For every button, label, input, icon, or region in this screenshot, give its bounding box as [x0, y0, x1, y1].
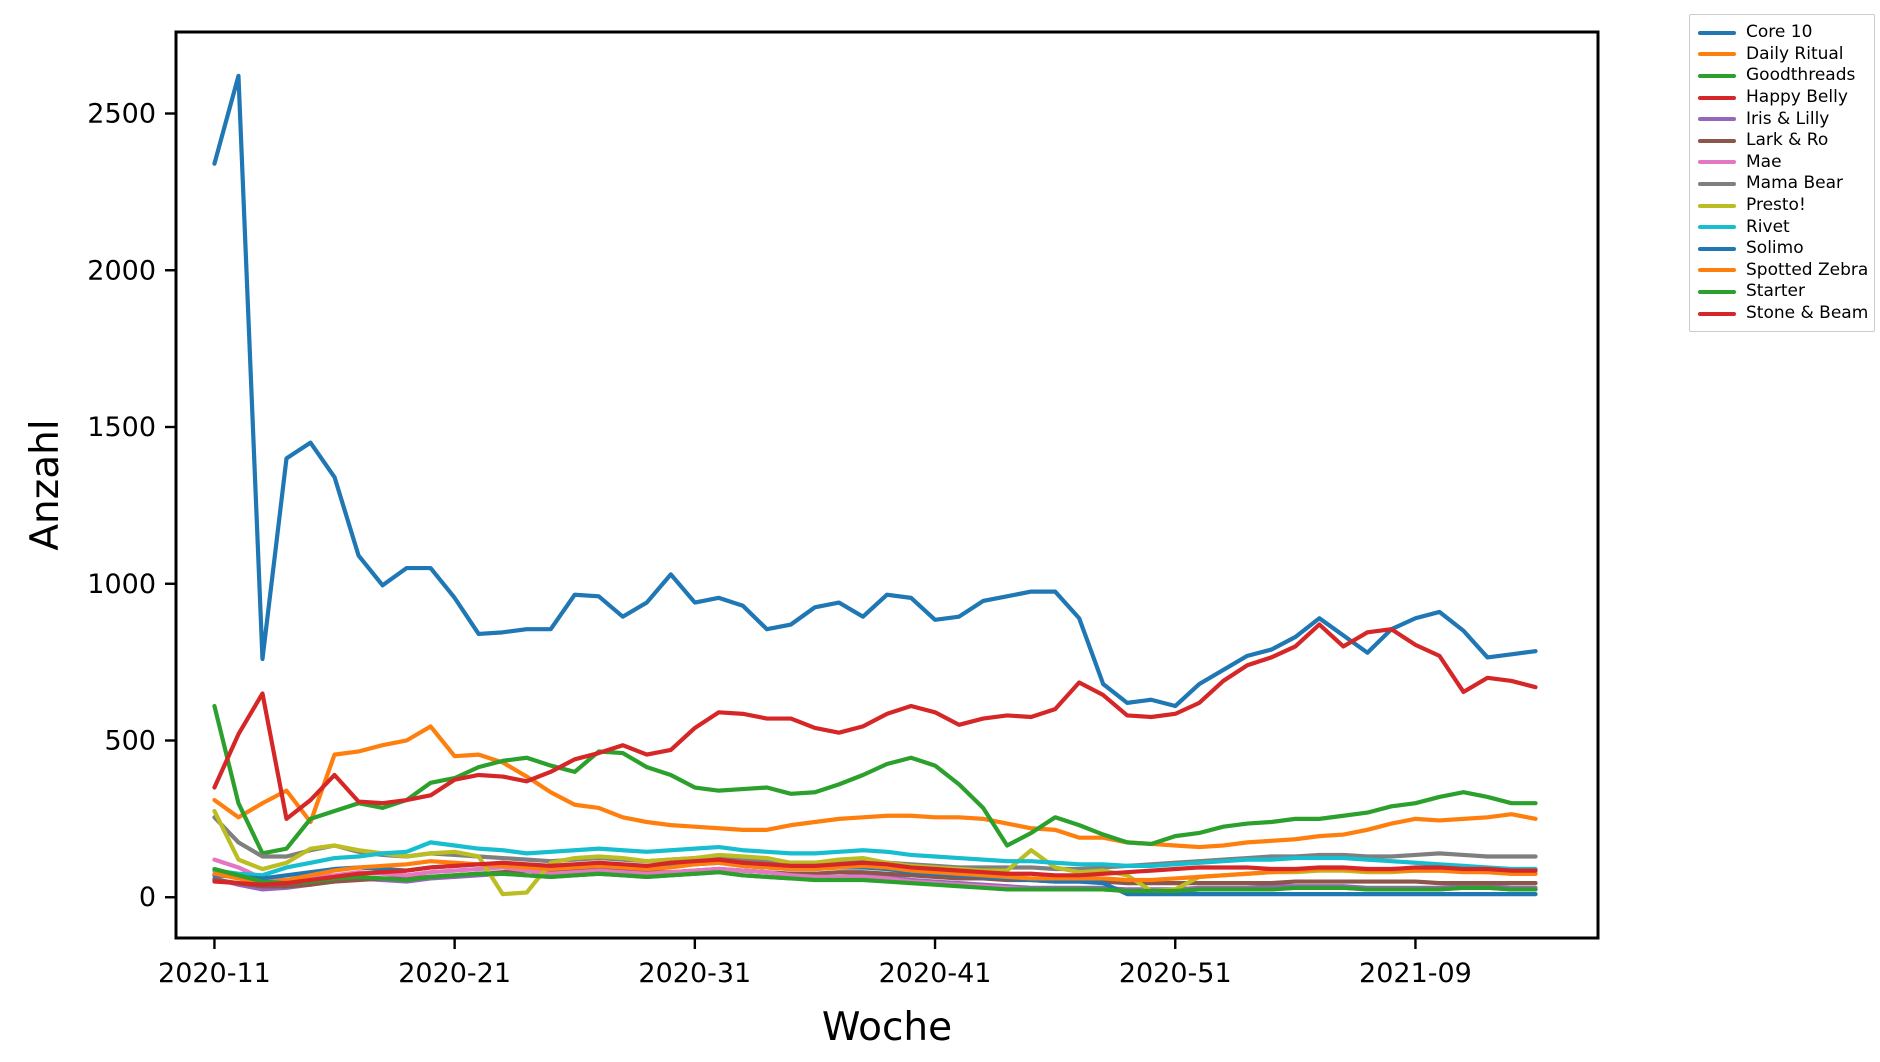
- legend-color-swatch: [1698, 268, 1736, 273]
- legend-color-swatch: [1698, 95, 1736, 100]
- y-tick-label: 500: [104, 725, 156, 756]
- legend-item[interactable]: Presto!: [1698, 195, 1864, 217]
- legend-item[interactable]: Mama Bear: [1698, 173, 1864, 195]
- x-tick-label: 2020-41: [879, 958, 992, 989]
- legend-color-swatch: [1698, 138, 1736, 143]
- series-line: [212, 622, 1538, 821]
- legend-item[interactable]: Daily Ritual: [1698, 44, 1864, 66]
- legend-color-swatch: [1698, 203, 1736, 208]
- legend-color-swatch: [1698, 225, 1736, 230]
- legend-color-swatch: [1698, 73, 1736, 78]
- legend-item-label: Mae: [1746, 151, 1782, 172]
- legend-item-label: Starter: [1746, 281, 1805, 302]
- legend-item[interactable]: Starter: [1698, 281, 1864, 303]
- series-line: [212, 73, 1538, 709]
- legend-item[interactable]: Happy Belly: [1698, 87, 1864, 109]
- x-tick-label: 2020-11: [158, 958, 271, 989]
- series-line: [212, 724, 1538, 850]
- y-tick-label: 2000: [87, 255, 156, 286]
- legend-color-swatch: [1698, 52, 1736, 57]
- line-chart-plot: 0 500 1000 1500 2000 2500 2020-11 2020-21 2020-3…: [23, 30, 1600, 1050]
- legend-item[interactable]: Rivet: [1698, 216, 1864, 238]
- legend-item[interactable]: Mae: [1698, 152, 1864, 174]
- legend-color-swatch: [1698, 30, 1736, 35]
- legend-item-label: Presto!: [1746, 195, 1806, 216]
- legend-item-label: Happy Belly: [1746, 87, 1848, 108]
- chart-legend: Core 10 Daily Ritual Goodthreads Happy Bell…: [1689, 14, 1875, 333]
- y-tick-label: 0: [139, 882, 156, 913]
- legend-item-label: Goodthreads: [1746, 65, 1856, 86]
- x-axis-title: Woche: [822, 1005, 952, 1050]
- legend-item[interactable]: Stone & Beam: [1698, 303, 1868, 325]
- legend-item[interactable]: Core 10: [1698, 22, 1864, 44]
- legend-item[interactable]: Lark & Ro: [1698, 130, 1864, 152]
- legend-item-label: Solimo: [1746, 238, 1804, 259]
- y-tick-label: 1000: [87, 569, 156, 600]
- legend-item[interactable]: Goodthreads: [1698, 65, 1864, 87]
- legend-color-swatch: [1698, 117, 1736, 122]
- x-tick-label: 2021-09: [1359, 958, 1472, 989]
- legend-item-label: Rivet: [1746, 216, 1790, 237]
- x-tick-label: 2020-21: [398, 958, 511, 989]
- legend-item-label: Spotted Zebra: [1746, 259, 1869, 280]
- legend-item[interactable]: Solimo: [1698, 238, 1864, 260]
- series-line: [212, 703, 1538, 856]
- legend-item[interactable]: Spotted Zebra: [1698, 260, 1868, 282]
- y-tick-label: 2500: [87, 99, 156, 130]
- legend-item-label: Mama Bear: [1746, 173, 1843, 194]
- chart-figure: 0 500 1000 1500 2000 2500 2020-11 2020-21 2020-3…: [0, 0, 1880, 1062]
- x-tick-label: 2020-31: [638, 958, 751, 989]
- y-tick-label: 1500: [87, 412, 156, 443]
- legend-color-swatch: [1698, 311, 1736, 316]
- legend-color-swatch: [1698, 160, 1736, 165]
- legend-item[interactable]: Iris & Lilly: [1698, 108, 1864, 130]
- y-axis-title: Anzahl: [23, 419, 68, 550]
- legend-color-swatch: [1698, 289, 1736, 294]
- legend-item-label: Core 10: [1746, 22, 1813, 43]
- legend-item-label: Stone & Beam: [1746, 303, 1869, 324]
- x-tick-label: 2020-51: [1119, 958, 1232, 989]
- legend-color-swatch: [1698, 181, 1736, 186]
- legend-item-label: Iris & Lilly: [1746, 108, 1830, 129]
- legend-color-swatch: [1698, 246, 1736, 251]
- legend-item-label: Daily Ritual: [1746, 43, 1844, 64]
- legend-item-label: Lark & Ro: [1746, 130, 1829, 151]
